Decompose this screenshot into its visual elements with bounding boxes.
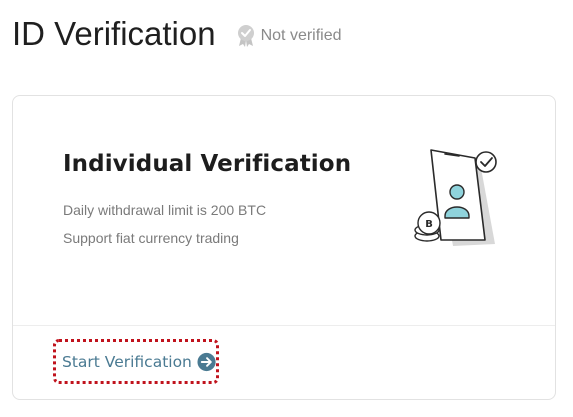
page-header: ID Verification Not verified	[12, 12, 342, 56]
svg-text:B: B	[425, 219, 433, 230]
status-text: Not verified	[260, 27, 342, 44]
start-verification-label: Start Verification	[62, 352, 192, 371]
page-title: ID Verification	[12, 15, 216, 52]
arrow-right-circle-icon	[197, 352, 216, 371]
card-divider	[13, 325, 555, 326]
phone-user-coin-illustration: B	[414, 149, 497, 246]
card-title: Individual Verification	[63, 151, 352, 177]
feature-withdrawal-limit: Daily withdrawal limit is 200 BTC	[63, 202, 267, 218]
start-verification-button[interactable]: Start Verification	[53, 339, 219, 384]
badge-icon	[237, 25, 254, 47]
verification-status: Not verified	[236, 24, 342, 48]
verification-card: Individual Verification Daily withdrawal…	[12, 95, 556, 400]
feature-fiat-trading: Support fiat currency trading	[63, 230, 239, 246]
